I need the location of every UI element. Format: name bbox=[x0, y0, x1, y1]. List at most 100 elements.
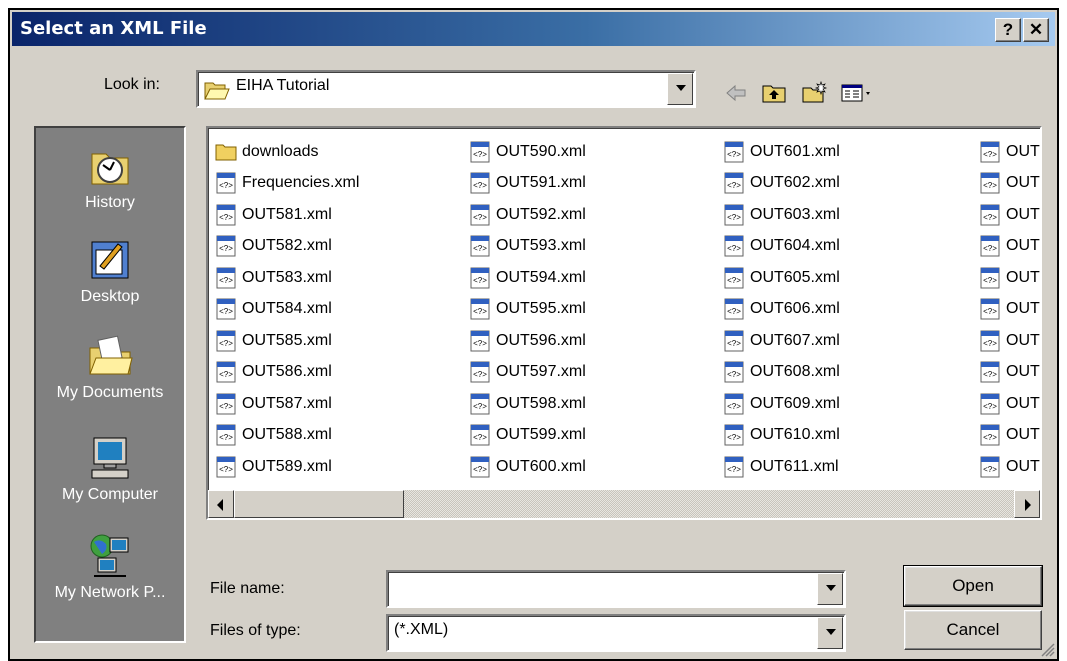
help-button[interactable]: ? bbox=[995, 18, 1021, 42]
file-list-item[interactable]: <?> OUT605.xml bbox=[722, 262, 840, 294]
file-list-item[interactable]: <?> OUT bbox=[978, 199, 1040, 231]
file-list-item[interactable]: <?> OUT607.xml bbox=[722, 325, 840, 357]
file-list-item[interactable]: <?> OUT601.xml bbox=[722, 136, 840, 168]
file-name-text: OUT589.xml bbox=[242, 457, 332, 475]
scroll-left-button[interactable] bbox=[208, 490, 234, 518]
file-list-item[interactable]: <?> OUT595.xml bbox=[468, 294, 586, 326]
file-list-item[interactable]: <?> OUT bbox=[978, 294, 1040, 326]
file-list-item[interactable]: downloads bbox=[214, 136, 359, 168]
xml-file-icon: <?> bbox=[980, 267, 1000, 289]
file-list-item[interactable]: <?> OUT588.xml bbox=[214, 420, 359, 452]
view-menu-icon[interactable] bbox=[840, 80, 876, 106]
file-list-item[interactable]: <?> OUT584.xml bbox=[214, 294, 359, 326]
file-type-combo[interactable]: (*.XML) bbox=[386, 614, 846, 652]
file-list-item[interactable]: <?> OUT594.xml bbox=[468, 262, 586, 294]
file-name-text: OUT592.xml bbox=[496, 205, 586, 223]
file-name-text: OUT605.xml bbox=[750, 268, 840, 286]
new-folder-icon[interactable] bbox=[800, 80, 828, 106]
svg-text:<?>: <?> bbox=[473, 465, 487, 474]
file-list-item[interactable]: <?> OUT598.xml bbox=[468, 388, 586, 420]
horizontal-scrollbar[interactable] bbox=[206, 490, 1042, 520]
file-list-item[interactable]: <?> OUT bbox=[978, 451, 1040, 483]
file-list-item[interactable]: <?> OUT583.xml bbox=[214, 262, 359, 294]
file-list-item[interactable]: <?> OUT600.xml bbox=[468, 451, 586, 483]
file-list-item[interactable]: <?> OUT581.xml bbox=[214, 199, 359, 231]
file-list-item[interactable]: <?> OUT bbox=[978, 357, 1040, 389]
file-name-text: OUT585.xml bbox=[242, 331, 332, 349]
file-name-text: OUT582.xml bbox=[242, 237, 332, 255]
file-list[interactable]: downloads <?> Frequencies.xml <?> OUT581.xml… bbox=[206, 126, 1042, 520]
file-list-item[interactable]: <?> OUT587.xml bbox=[214, 388, 359, 420]
file-list-item[interactable]: <?> OUT608.xml bbox=[722, 357, 840, 389]
file-list-item[interactable]: <?> OUT591.xml bbox=[468, 168, 586, 200]
file-list-item[interactable]: <?> OUT610.xml bbox=[722, 420, 840, 452]
file-list-item[interactable]: <?> OUT599.xml bbox=[468, 420, 586, 452]
file-name-text: OUT606.xml bbox=[750, 300, 840, 318]
xml-file-icon: <?> bbox=[980, 393, 1000, 415]
file-list-item[interactable]: <?> OUT bbox=[978, 420, 1040, 452]
svg-text:<?>: <?> bbox=[727, 402, 741, 411]
file-list-item[interactable]: <?> OUT590.xml bbox=[468, 136, 586, 168]
file-name-dropdown-button[interactable] bbox=[817, 573, 843, 605]
places-desktop[interactable]: Desktop bbox=[36, 236, 184, 306]
xml-file-icon: <?> bbox=[980, 172, 1000, 194]
file-list-item[interactable]: <?> OUT589.xml bbox=[214, 451, 359, 483]
my-documents-icon bbox=[89, 335, 133, 375]
file-list-item[interactable]: <?> OUT602.xml bbox=[722, 168, 840, 200]
file-list-item[interactable]: <?> OUT609.xml bbox=[722, 388, 840, 420]
look-in-dropdown-button[interactable] bbox=[667, 73, 693, 105]
xml-file-icon: <?> bbox=[216, 298, 236, 320]
resize-grip-icon[interactable] bbox=[1039, 641, 1055, 657]
file-list-item[interactable]: <?> OUT bbox=[978, 136, 1040, 168]
file-list-item[interactable]: <?> OUT bbox=[978, 231, 1040, 263]
svg-text:<?>: <?> bbox=[219, 433, 233, 442]
svg-text:<?>: <?> bbox=[219, 276, 233, 285]
scroll-right-button[interactable] bbox=[1014, 490, 1040, 518]
file-list-item[interactable]: <?> OUT606.xml bbox=[722, 294, 840, 326]
file-list-item[interactable]: <?> OUT603.xml bbox=[722, 199, 840, 231]
xml-file-icon: <?> bbox=[470, 330, 490, 352]
file-name-text: OUT590.xml bbox=[496, 142, 586, 160]
svg-text:<?>: <?> bbox=[983, 213, 997, 222]
file-name-combo[interactable] bbox=[386, 570, 846, 608]
xml-file-icon: <?> bbox=[216, 361, 236, 383]
file-list-item[interactable]: <?> OUT586.xml bbox=[214, 357, 359, 389]
scrollbar-thumb[interactable] bbox=[234, 490, 404, 518]
cancel-button[interactable]: Cancel bbox=[904, 610, 1042, 650]
file-list-item[interactable]: <?> OUT bbox=[978, 168, 1040, 200]
close-button[interactable]: ✕ bbox=[1023, 18, 1049, 42]
file-dialog: Select an XML File ? ✕ Look in: EIHA Tut… bbox=[8, 8, 1059, 661]
file-list-item[interactable]: <?> OUT585.xml bbox=[214, 325, 359, 357]
file-list-item[interactable]: <?> OUT593.xml bbox=[468, 231, 586, 263]
file-name-text: OUT603.xml bbox=[750, 205, 840, 223]
file-list-item[interactable]: <?> OUT592.xml bbox=[468, 199, 586, 231]
places-my-computer[interactable]: My Computer bbox=[36, 434, 184, 504]
file-list-item[interactable]: <?> Frequencies.xml bbox=[214, 168, 359, 200]
open-button[interactable]: Open bbox=[903, 565, 1043, 607]
look-in-combo[interactable]: EIHA Tutorial bbox=[196, 70, 696, 108]
places-history[interactable]: History bbox=[36, 142, 184, 212]
file-list-item[interactable]: <?> OUT604.xml bbox=[722, 231, 840, 263]
places-network[interactable]: My Network P... bbox=[36, 532, 184, 602]
file-list-item[interactable]: <?> OUT611.xml bbox=[722, 451, 840, 483]
title-bar[interactable]: Select an XML File ? ✕ bbox=[12, 12, 1055, 46]
places-my-documents[interactable]: My Documents bbox=[36, 332, 184, 402]
file-list-item[interactable]: <?> OUT596.xml bbox=[468, 325, 586, 357]
dialog-title: Select an XML File bbox=[20, 18, 207, 39]
xml-file-icon: <?> bbox=[724, 330, 744, 352]
xml-file-icon: <?> bbox=[216, 456, 236, 478]
file-list-item[interactable]: <?> OUT bbox=[978, 325, 1040, 357]
svg-text:<?>: <?> bbox=[727, 150, 741, 159]
file-list-item[interactable]: <?> OUT bbox=[978, 388, 1040, 420]
file-type-dropdown-button[interactable] bbox=[817, 617, 843, 649]
up-folder-icon[interactable] bbox=[760, 80, 788, 106]
xml-file-icon: <?> bbox=[216, 393, 236, 415]
file-name-text: OUT591.xml bbox=[496, 174, 586, 192]
xml-file-icon: <?> bbox=[724, 361, 744, 383]
file-list-item[interactable]: <?> OUT bbox=[978, 262, 1040, 294]
svg-text:<?>: <?> bbox=[727, 213, 741, 222]
file-list-item[interactable]: <?> OUT597.xml bbox=[468, 357, 586, 389]
file-list-item[interactable]: <?> OUT582.xml bbox=[214, 231, 359, 263]
back-arrow-icon[interactable] bbox=[722, 80, 750, 106]
xml-file-icon: <?> bbox=[980, 141, 1000, 163]
